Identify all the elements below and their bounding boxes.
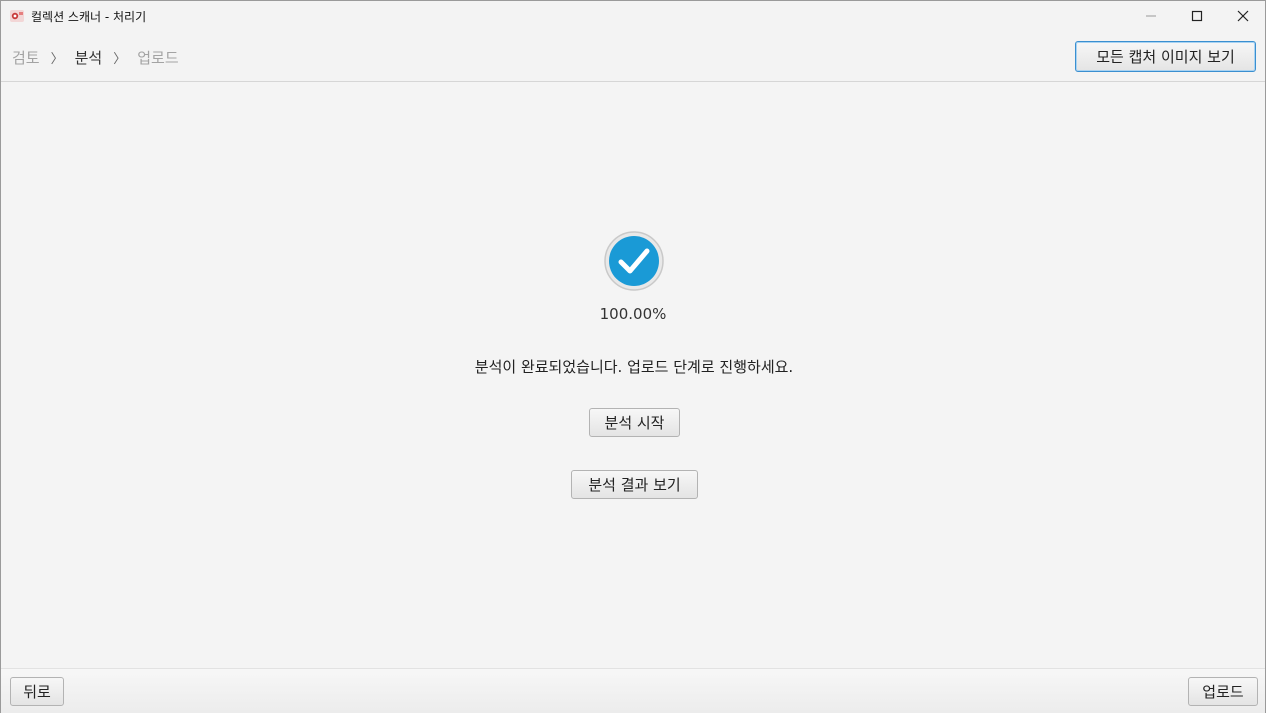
status-message: 분석이 완료되었습니다. 업로드 단계로 진행하세요. (474, 358, 794, 376)
minimize-icon (1146, 15, 1156, 17)
back-button[interactable]: 뒤로 (10, 677, 64, 706)
start-analysis-button[interactable]: 분석 시작 (589, 408, 680, 437)
close-button[interactable] (1220, 1, 1266, 31)
close-icon (1237, 10, 1249, 22)
breadcrumb-item-review[interactable]: 검토 (12, 47, 40, 68)
title-bar: 컬렉션 스캐너 - 처리기 (1, 1, 1265, 31)
window-title: 컬렉션 스캐너 - 처리기 (31, 10, 147, 24)
upload-button[interactable]: 업로드 (1188, 677, 1258, 706)
app-window: 컬렉션 스캐너 - 처리기 검토 〉 분석 〉 업로드 모든 캡처 이미지 보기… (0, 0, 1266, 713)
view-all-captures-button[interactable]: 모든 캡처 이미지 보기 (1075, 41, 1256, 72)
header-bar: 검토 〉 분석 〉 업로드 모든 캡처 이미지 보기 (1, 31, 1265, 82)
app-icon (9, 8, 25, 24)
maximize-icon (1191, 10, 1203, 22)
maximize-button[interactable] (1174, 1, 1220, 31)
progress-percent: 100.00% (599, 305, 667, 323)
breadcrumb-item-analysis[interactable]: 분석 (75, 47, 103, 68)
minimize-button[interactable] (1128, 1, 1174, 31)
breadcrumb-separator-icon: 〉 (50, 52, 64, 67)
check-circle-icon (604, 231, 664, 291)
breadcrumb: 검토 〉 분석 〉 업로드 (12, 47, 179, 68)
footer-bar: 뒤로 업로드 (1, 668, 1265, 713)
view-analysis-results-button[interactable]: 분석 결과 보기 (571, 470, 698, 499)
breadcrumb-item-upload[interactable]: 업로드 (137, 47, 178, 68)
breadcrumb-separator-icon: 〉 (113, 52, 127, 67)
